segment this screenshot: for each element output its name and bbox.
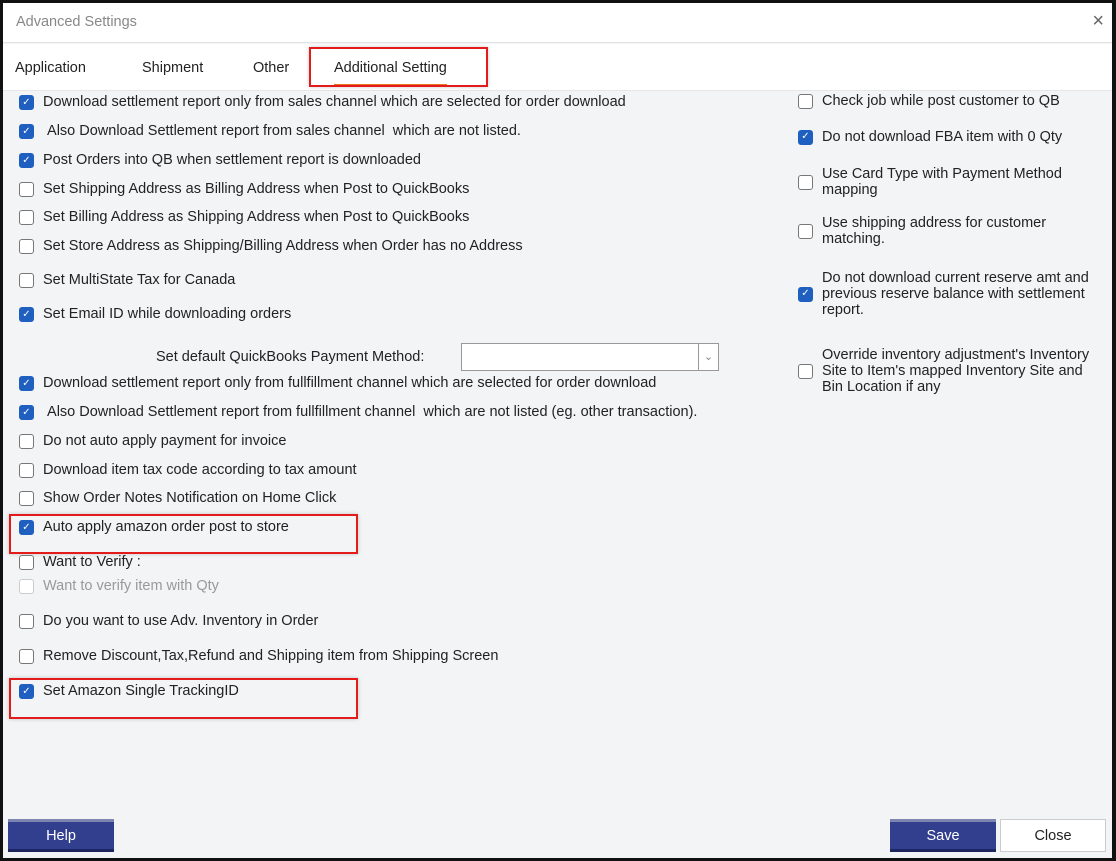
tab-shipment[interactable]: Shipment [142,60,203,76]
left-option[interactable]: ✓ Also Download Settlement report from f… [19,404,697,420]
option-label: Set Amazon Single TrackingID [43,683,239,699]
tab-other[interactable]: Other [253,60,289,76]
checkbox-checked[interactable]: ✓ [19,123,34,139]
option-label: Download item tax code according to tax … [43,462,357,478]
option-label: Remove Discount,Tax,Refund and Shipping … [43,648,499,664]
save-button[interactable]: Save [890,819,996,852]
checkbox-checked[interactable]: ✓ [19,404,34,420]
option-label: Do not download current reserve amt and … [822,270,1093,318]
close-button[interactable]: Close [1000,819,1106,852]
tab-application[interactable]: Application [15,60,86,76]
option-label: Download settlement report only from sal… [43,94,626,110]
checkbox[interactable] [19,462,34,478]
highlight-box [309,47,488,87]
option-label: Check job while post customer to QB [822,93,1060,109]
left-option[interactable]: ✓ Set Amazon Single TrackingID [19,683,239,699]
checkbox[interactable] [798,223,813,239]
left-option[interactable]: Download item tax code according to tax … [19,462,357,478]
left-option[interactable]: Do you want to use Adv. Inventory in Ord… [19,613,318,629]
option-label: Auto apply amazon order post to store [43,519,289,535]
option-label: Set Store Address as Shipping/Billing Ad… [43,238,523,254]
checkbox[interactable] [19,490,34,506]
checkbox[interactable] [798,93,813,109]
checkbox[interactable] [19,554,34,570]
tab-bar: Application Shipment Other Additional Se… [3,44,1112,91]
right-option[interactable]: ✓ Do not download FBA item with 0 Qty [798,129,1098,145]
option-label: Set Email ID while downloading orders [43,306,292,322]
checkbox[interactable] [19,181,34,197]
left-option[interactable]: Show Order Notes Notification on Home Cl… [19,490,336,506]
right-option[interactable]: Check job while post customer to QB [798,93,1098,109]
dialog-title: Advanced Settings [16,14,137,30]
checkbox-checked[interactable]: ✓ [798,129,813,145]
checkbox[interactable] [19,238,34,254]
left-option[interactable]: Set Billing Address as Shipping Address … [19,209,469,225]
checkbox[interactable] [798,174,813,190]
right-option[interactable]: Use Card Type with Payment Method mappin… [798,166,1098,198]
left-option[interactable]: ✓ Download settlement report only from sa… [19,94,626,110]
option-label: Set Billing Address as Shipping Address … [43,209,470,225]
checkbox[interactable] [19,272,34,288]
payment-method-label: Set default QuickBooks Payment Method: [156,349,425,365]
option-label: Use shipping address for customer matchi… [822,215,1051,247]
option-label: Set Shipping Address as Billing Address … [43,181,470,197]
left-option[interactable]: ✓ Download settlement report only from fu… [19,375,656,391]
left-option: Want to verify item with Qty [19,578,219,594]
title-bar: Advanced Settings × [3,3,1112,43]
option-label: Override inventory adjustment's Inventor… [822,347,1094,395]
checkbox-checked[interactable]: ✓ [19,306,34,322]
help-button[interactable]: Help [8,819,114,852]
checkbox[interactable] [19,613,34,629]
checkbox-checked[interactable]: ✓ [19,683,34,699]
option-label: Do not download FBA item with 0 Qty [822,129,1063,145]
left-option[interactable]: ✓ Set Email ID while downloading orders [19,306,291,322]
close-icon[interactable]: × [1092,10,1104,33]
checkbox [19,578,34,594]
option-label: Download settlement report only from ful… [43,375,657,391]
left-option[interactable]: Remove Discount,Tax,Refund and Shipping … [19,648,498,664]
option-label: Use Card Type with Payment Method mappin… [822,166,1066,198]
chevron-down-icon[interactable]: ⌄ [698,344,718,370]
advanced-settings-dialog: Advanced Settings × Application Shipment… [3,3,1112,858]
left-option[interactable]: Do not auto apply payment for invoice [19,433,286,449]
left-option[interactable]: Set Store Address as Shipping/Billing Ad… [19,238,523,254]
right-option[interactable]: ✓ Do not download current reserve amt and… [798,270,1098,318]
option-label: Show Order Notes Notification on Home Cl… [43,490,337,506]
checkbox-checked[interactable]: ✓ [19,375,34,391]
option-label: Also Download Settlement report from ful… [43,404,698,420]
left-option[interactable]: ✓ Auto apply amazon order post to store [19,519,289,535]
checkbox[interactable] [798,363,813,379]
left-option[interactable]: ✓ Post Orders into QB when settlement rep… [19,152,421,168]
checkbox[interactable] [19,433,34,449]
left-option[interactable]: ✓ Also Download Settlement report from s… [19,123,521,139]
checkbox-checked[interactable]: ✓ [798,286,813,302]
right-option[interactable]: Use shipping address for customer matchi… [798,215,1098,247]
left-option[interactable]: Set Shipping Address as Billing Address … [19,181,469,197]
checkbox-checked[interactable]: ✓ [19,94,34,110]
right-option[interactable]: Override inventory adjustment's Inventor… [798,347,1098,395]
checkbox[interactable] [19,648,34,664]
option-label: Want to verify item with Qty [43,578,219,594]
option-label: Set MultiState Tax for Canada [43,272,236,288]
left-option[interactable]: Set MultiState Tax for Canada [19,272,235,288]
option-label: Also Download Settlement report from sal… [43,123,521,139]
option-label: Post Orders into QB when settlement repo… [43,152,421,168]
checkbox-checked[interactable]: ✓ [19,519,34,535]
option-label: Do not auto apply payment for invoice [43,433,287,449]
payment-method-dropdown[interactable]: ⌄ [461,343,719,371]
left-option[interactable]: Want to Verify : [19,554,141,570]
option-label: Want to Verify : [43,554,141,570]
option-label: Do you want to use Adv. Inventory in Ord… [43,613,319,629]
checkbox[interactable] [19,209,34,225]
checkbox-checked[interactable]: ✓ [19,152,34,168]
